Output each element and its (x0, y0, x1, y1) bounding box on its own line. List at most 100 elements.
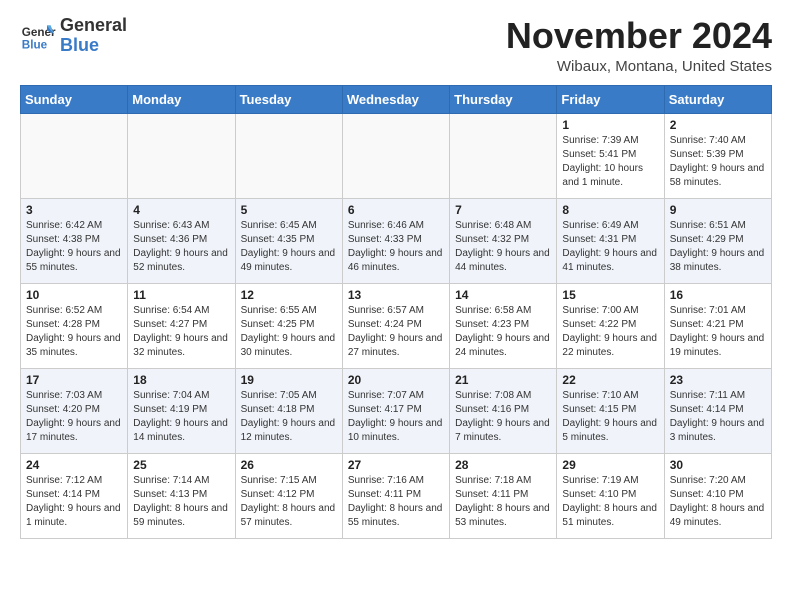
title-area: November 2024 Wibaux, Montana, United St… (506, 16, 772, 75)
day-number: 28 (455, 458, 551, 472)
day-number: 21 (455, 373, 551, 387)
day-number: 15 (562, 288, 658, 302)
calendar-cell: 19 Sunrise: 7:05 AM Sunset: 4:18 PM Dayli… (235, 368, 342, 453)
calendar-cell: 23 Sunrise: 7:11 AM Sunset: 4:14 PM Dayli… (664, 368, 771, 453)
day-number: 7 (455, 203, 551, 217)
day-info: Sunrise: 6:55 AM Sunset: 4:25 PM Dayligh… (241, 304, 337, 360)
day-info: Sunrise: 6:46 AM Sunset: 4:33 PM Dayligh… (348, 219, 444, 275)
day-info: Sunrise: 6:49 AM Sunset: 4:31 PM Dayligh… (562, 219, 658, 275)
day-info: Sunrise: 7:10 AM Sunset: 4:15 PM Dayligh… (562, 389, 658, 445)
calendar-cell (128, 113, 235, 198)
calendar-week-row: 24 Sunrise: 7:12 AM Sunset: 4:14 PM Dayli… (21, 453, 772, 538)
day-info: Sunrise: 7:00 AM Sunset: 4:22 PM Dayligh… (562, 304, 658, 360)
day-number: 16 (670, 288, 766, 302)
calendar-cell: 24 Sunrise: 7:12 AM Sunset: 4:14 PM Dayli… (21, 453, 128, 538)
svg-text:Blue: Blue (22, 38, 48, 51)
calendar-table: SundayMondayTuesdayWednesdayThursdayFrid… (20, 85, 772, 539)
day-number: 9 (670, 203, 766, 217)
calendar-cell: 9 Sunrise: 6:51 AM Sunset: 4:29 PM Daylig… (664, 198, 771, 283)
day-info: Sunrise: 6:52 AM Sunset: 4:28 PM Dayligh… (26, 304, 122, 360)
calendar-week-row: 3 Sunrise: 6:42 AM Sunset: 4:38 PM Daylig… (21, 198, 772, 283)
day-info: Sunrise: 7:03 AM Sunset: 4:20 PM Dayligh… (26, 389, 122, 445)
day-info: Sunrise: 6:58 AM Sunset: 4:23 PM Dayligh… (455, 304, 551, 360)
day-info: Sunrise: 7:05 AM Sunset: 4:18 PM Dayligh… (241, 389, 337, 445)
day-number: 23 (670, 373, 766, 387)
day-number: 24 (26, 458, 122, 472)
calendar-cell: 28 Sunrise: 7:18 AM Sunset: 4:11 PM Dayli… (450, 453, 557, 538)
month-title: November 2024 (506, 16, 772, 56)
calendar-cell: 15 Sunrise: 7:00 AM Sunset: 4:22 PM Dayli… (557, 283, 664, 368)
calendar-cell: 16 Sunrise: 7:01 AM Sunset: 4:21 PM Dayli… (664, 283, 771, 368)
day-info: Sunrise: 6:48 AM Sunset: 4:32 PM Dayligh… (455, 219, 551, 275)
day-number: 14 (455, 288, 551, 302)
logo-text: General Blue (60, 16, 127, 56)
header: General Blue General Blue November 2024 … (20, 16, 772, 75)
day-number: 3 (26, 203, 122, 217)
day-info: Sunrise: 6:51 AM Sunset: 4:29 PM Dayligh… (670, 219, 766, 275)
day-number: 22 (562, 373, 658, 387)
day-number: 20 (348, 373, 444, 387)
calendar-cell: 13Sunrise: 6:57 AM Sunset: 4:24 PM Dayli… (342, 283, 449, 368)
calendar-cell: 8 Sunrise: 6:49 AM Sunset: 4:31 PM Daylig… (557, 198, 664, 283)
weekday-header-friday: Friday (557, 85, 664, 113)
calendar-week-row: 1 Sunrise: 7:39 AM Sunset: 5:41 PM Daylig… (21, 113, 772, 198)
location-title: Wibaux, Montana, United States (506, 58, 772, 75)
day-info: Sunrise: 7:01 AM Sunset: 4:21 PM Dayligh… (670, 304, 766, 360)
calendar-cell (21, 113, 128, 198)
calendar-cell: 29 Sunrise: 7:19 AM Sunset: 4:10 PM Dayli… (557, 453, 664, 538)
day-info: Sunrise: 7:08 AM Sunset: 4:16 PM Dayligh… (455, 389, 551, 445)
day-number: 25 (133, 458, 229, 472)
calendar-cell: 11 Sunrise: 6:54 AM Sunset: 4:27 PM Dayli… (128, 283, 235, 368)
calendar-cell: 30 Sunrise: 7:20 AM Sunset: 4:10 PM Dayli… (664, 453, 771, 538)
calendar-cell: 12 Sunrise: 6:55 AM Sunset: 4:25 PM Dayli… (235, 283, 342, 368)
logo-icon: General Blue (20, 18, 56, 54)
calendar-cell: 6 Sunrise: 6:46 AM Sunset: 4:33 PM Daylig… (342, 198, 449, 283)
day-number: 8 (562, 203, 658, 217)
day-info: Sunrise: 7:19 AM Sunset: 4:10 PM Dayligh… (562, 474, 658, 530)
day-number: 6 (348, 203, 444, 217)
calendar-cell: 14 Sunrise: 6:58 AM Sunset: 4:23 PM Dayli… (450, 283, 557, 368)
day-number: 27 (348, 458, 444, 472)
calendar-cell: 5Sunrise: 6:45 AM Sunset: 4:35 PM Daylig… (235, 198, 342, 283)
day-info: Sunrise: 7:16 AM Sunset: 4:11 PM Dayligh… (348, 474, 444, 530)
day-info: Sunrise: 6:45 AM Sunset: 4:35 PM Dayligh… (241, 219, 337, 275)
calendar-cell: 7 Sunrise: 6:48 AM Sunset: 4:32 PM Daylig… (450, 198, 557, 283)
day-number: 18 (133, 373, 229, 387)
weekday-header-saturday: Saturday (664, 85, 771, 113)
day-number: 2 (670, 118, 766, 132)
day-info: Sunrise: 6:42 AM Sunset: 4:38 PM Dayligh… (26, 219, 122, 275)
calendar-cell: 27 Sunrise: 7:16 AM Sunset: 4:11 PM Dayli… (342, 453, 449, 538)
day-info: Sunrise: 7:11 AM Sunset: 4:14 PM Dayligh… (670, 389, 766, 445)
day-number: 17 (26, 373, 122, 387)
calendar-cell (235, 113, 342, 198)
day-number: 12 (241, 288, 337, 302)
day-number: 11 (133, 288, 229, 302)
day-info: Sunrise: 6:43 AM Sunset: 4:36 PM Dayligh… (133, 219, 229, 275)
calendar-week-row: 10Sunrise: 6:52 AM Sunset: 4:28 PM Dayli… (21, 283, 772, 368)
day-info: Sunrise: 6:57 AM Sunset: 4:24 PM Dayligh… (348, 304, 444, 360)
calendar-cell: 18 Sunrise: 7:04 AM Sunset: 4:19 PM Dayli… (128, 368, 235, 453)
day-number: 30 (670, 458, 766, 472)
day-number: 26 (241, 458, 337, 472)
day-info: Sunrise: 6:54 AM Sunset: 4:27 PM Dayligh… (133, 304, 229, 360)
day-info: Sunrise: 7:12 AM Sunset: 4:14 PM Dayligh… (26, 474, 122, 530)
calendar-cell: 4Sunrise: 6:43 AM Sunset: 4:36 PM Daylig… (128, 198, 235, 283)
day-number: 29 (562, 458, 658, 472)
calendar-cell (450, 113, 557, 198)
weekday-header-monday: Monday (128, 85, 235, 113)
day-info: Sunrise: 7:04 AM Sunset: 4:19 PM Dayligh… (133, 389, 229, 445)
calendar-cell: 17 Sunrise: 7:03 AM Sunset: 4:20 PM Dayli… (21, 368, 128, 453)
day-info: Sunrise: 7:20 AM Sunset: 4:10 PM Dayligh… (670, 474, 766, 530)
day-number: 1 (562, 118, 658, 132)
calendar-cell: 1 Sunrise: 7:39 AM Sunset: 5:41 PM Daylig… (557, 113, 664, 198)
day-info: Sunrise: 7:14 AM Sunset: 4:13 PM Dayligh… (133, 474, 229, 530)
weekday-header-sunday: Sunday (21, 85, 128, 113)
day-info: Sunrise: 7:18 AM Sunset: 4:11 PM Dayligh… (455, 474, 551, 530)
weekday-header-thursday: Thursday (450, 85, 557, 113)
day-info: Sunrise: 7:39 AM Sunset: 5:41 PM Dayligh… (562, 134, 658, 190)
calendar-cell: 10Sunrise: 6:52 AM Sunset: 4:28 PM Dayli… (21, 283, 128, 368)
day-number: 19 (241, 373, 337, 387)
weekday-header-wednesday: Wednesday (342, 85, 449, 113)
calendar-cell: 2 Sunrise: 7:40 AM Sunset: 5:39 PM Daylig… (664, 113, 771, 198)
day-info: Sunrise: 7:40 AM Sunset: 5:39 PM Dayligh… (670, 134, 766, 190)
